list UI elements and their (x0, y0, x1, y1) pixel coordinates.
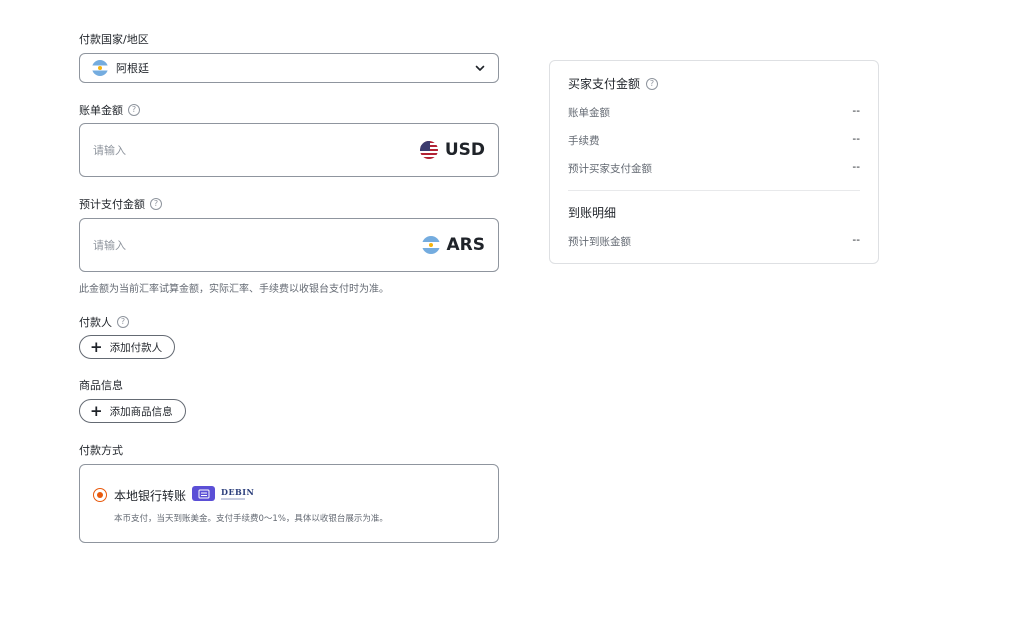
add-payer-label: 添加付款人 (109, 341, 163, 354)
summary-row: 预计买家支付金额 -- (568, 161, 860, 176)
bank-icon (192, 486, 215, 501)
expected-payment-label-text: 预计支付金额 (79, 198, 145, 211)
country-label-text: 付款国家/地区 (79, 33, 149, 46)
expected-payment-input[interactable]: 请输入 ARS (79, 218, 499, 272)
summary-row-value: -- (852, 133, 860, 145)
settlement-title-text: 到账明细 (568, 206, 617, 220)
bill-currency-code: USD (444, 140, 485, 160)
summary-divider (568, 190, 860, 191)
summary-row-label: 手续费 (568, 135, 600, 147)
argentina-flag-icon (92, 60, 108, 76)
bill-currency: USD (419, 140, 485, 160)
product-label: 商品信息 (79, 377, 123, 393)
payment-summary-card: 买家支付金额 ? 账单金额 -- 手续费 -- 预计买家支付金额 -- 到账明细… (549, 60, 879, 264)
debin-logo: DEBIN (221, 487, 254, 500)
summary-title: 买家支付金额 ? (568, 75, 659, 92)
plus-icon: + (90, 401, 103, 420)
add-product-label: 添加商品信息 (109, 405, 173, 418)
summary-title-text: 买家支付金额 (568, 77, 641, 91)
product-label-text: 商品信息 (79, 379, 123, 392)
country-selected-value: 阿根廷 (116, 62, 149, 75)
chevron-down-icon (475, 65, 485, 71)
add-product-button[interactable]: + 添加商品信息 (79, 399, 186, 423)
payment-method-option[interactable]: 本地银行转账 DEBIN 本币支付，当天到账美金。支付手续费0～1%，具体以收银… (79, 464, 499, 543)
expected-currency-code: ARS (446, 235, 486, 255)
expected-payment-placeholder: 请输入 (93, 239, 126, 252)
bill-amount-input[interactable]: 请输入 USD (79, 123, 499, 177)
help-icon[interactable]: ? (117, 316, 129, 328)
argentina-flag-icon (421, 236, 440, 254)
payment-method-description: 本币支付，当天到账美金。支付手续费0～1%，具体以收银台展示为准。 (114, 514, 388, 524)
summary-row: 账单金额 -- (568, 105, 860, 120)
us-flag-icon (419, 141, 438, 159)
plus-icon: + (90, 337, 103, 356)
summary-row-value: -- (852, 105, 860, 117)
add-payer-button[interactable]: + 添加付款人 (79, 335, 176, 359)
help-icon[interactable]: ? (128, 104, 140, 116)
settlement-row-label: 预计到账金额 (568, 236, 631, 248)
settlement-row-value: -- (852, 234, 860, 246)
payment-method-label-text: 付款方式 (79, 444, 123, 457)
payer-label-text: 付款人 (79, 316, 112, 329)
expected-payment-label: 预计支付金额 ? (79, 196, 162, 212)
payment-method-label: 付款方式 (79, 442, 123, 458)
help-icon[interactable]: ? (150, 198, 162, 210)
bill-amount-label-text: 账单金额 (79, 104, 123, 117)
bill-amount-placeholder: 请输入 (93, 144, 126, 157)
payer-label: 付款人 ? (79, 314, 129, 330)
country-label: 付款国家/地区 (79, 31, 149, 47)
payment-method-title: 本地银行转账 (114, 489, 187, 503)
settlement-row: 预计到账金额 -- (568, 234, 860, 249)
bank-glyph-icon (198, 489, 209, 498)
summary-row-label: 账单金额 (568, 107, 610, 119)
payment-method-radio[interactable] (93, 488, 107, 502)
summary-row-label: 预计买家支付金额 (568, 163, 652, 175)
expected-currency: ARS (421, 235, 486, 255)
bill-amount-label: 账单金额 ? (79, 102, 140, 118)
settlement-title: 到账明细 (568, 204, 616, 221)
help-icon[interactable]: ? (646, 77, 659, 90)
exchange-rate-note: 此金额为当前汇率试算金额，实际汇率、手续费以收银台支付时为准。 (79, 284, 389, 295)
summary-row: 手续费 -- (568, 133, 860, 148)
country-select[interactable]: 阿根廷 (79, 53, 499, 83)
summary-row-value: -- (852, 161, 860, 173)
